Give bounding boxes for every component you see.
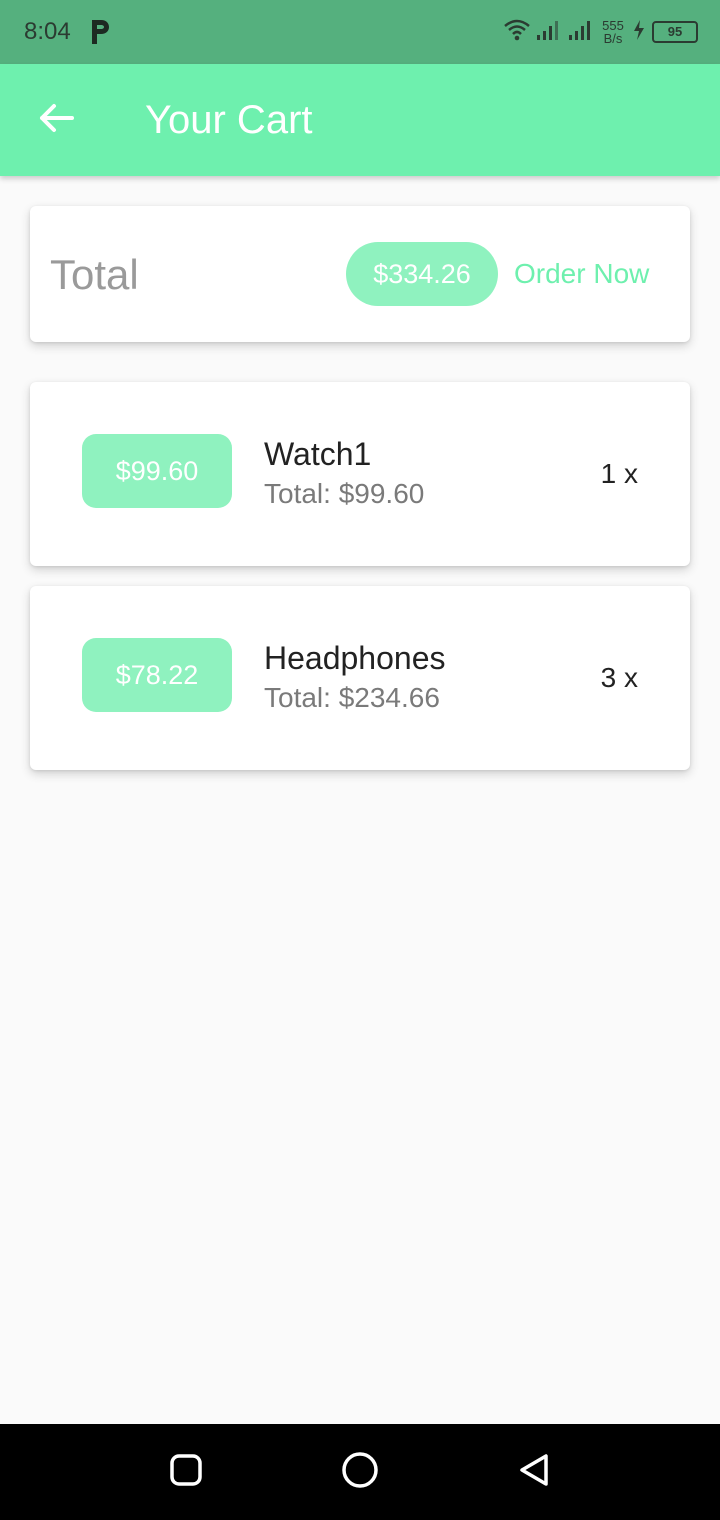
- page-title: Your Cart: [145, 98, 313, 142]
- home-button[interactable]: [336, 1448, 384, 1496]
- item-price-chip: $78.22: [82, 638, 232, 712]
- item-quantity: 3 x: [600, 662, 638, 693]
- home-circle-icon: [340, 1450, 380, 1495]
- recents-button[interactable]: [162, 1448, 210, 1496]
- order-now-button[interactable]: Order Now: [514, 254, 649, 294]
- item-total: Total: $99.60: [264, 478, 425, 509]
- signal-icon: [536, 19, 562, 46]
- status-bar: 8:04 555 B/s 95: [0, 0, 720, 64]
- network-speed-unit: B/s: [603, 31, 623, 46]
- arrow-left-icon: [38, 103, 74, 138]
- nav-back-button[interactable]: [510, 1448, 558, 1496]
- status-time: 8:04: [24, 18, 71, 45]
- item-name: Watch1: [264, 436, 372, 472]
- back-triangle-icon: [516, 1452, 552, 1493]
- item-price-chip: $99.60: [82, 434, 232, 508]
- battery-level: 95: [667, 24, 683, 39]
- cart-screen: 8:04 555 B/s 95 Your Cart Total $334.26 …: [0, 0, 720, 1520]
- item-name: Headphones: [264, 640, 446, 676]
- status-icons: 555 B/s 95: [504, 16, 698, 48]
- signal-icon: [568, 19, 594, 46]
- app-bar: Your Cart: [0, 64, 720, 176]
- charging-icon: [632, 19, 646, 46]
- total-amount-chip: $334.26: [346, 242, 498, 306]
- item-total: Total: $234.66: [264, 682, 440, 713]
- cart-item-card[interactable]: $78.22 Headphones Total: $234.66 3 x: [30, 586, 690, 770]
- network-speed: 555 B/s: [600, 19, 626, 45]
- total-label: Total: [50, 251, 139, 298]
- cart-summary-card: Total $334.26 Order Now: [30, 206, 690, 342]
- recents-square-icon: [169, 1453, 203, 1492]
- cart-item-card[interactable]: $99.60 Watch1 Total: $99.60 1 x: [30, 382, 690, 566]
- back-button[interactable]: [28, 96, 84, 144]
- p-app-icon: [88, 16, 112, 46]
- item-quantity: 1 x: [600, 458, 638, 489]
- battery-icon: 95: [652, 21, 698, 43]
- wifi-icon: [504, 19, 530, 46]
- system-nav-bar: [0, 1424, 720, 1520]
